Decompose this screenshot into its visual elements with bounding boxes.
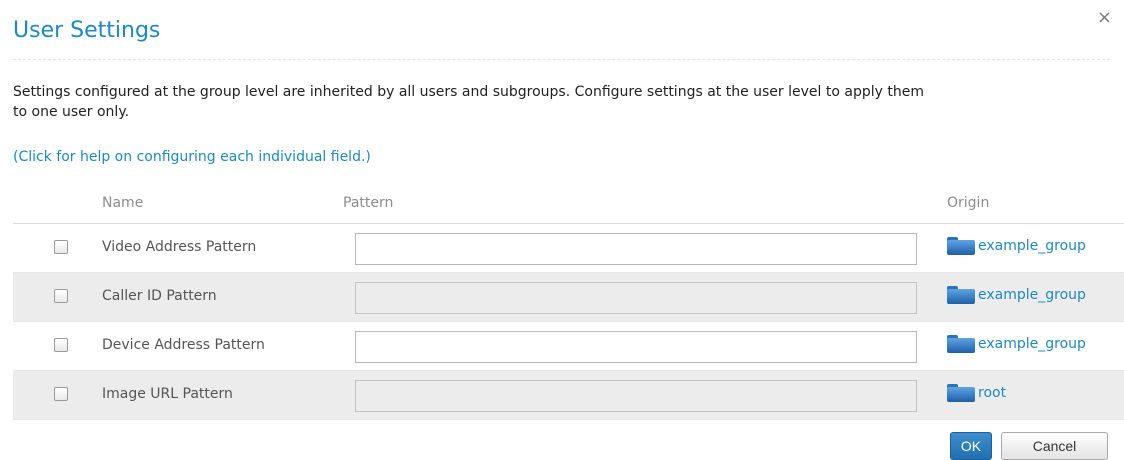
row-checkbox[interactable] xyxy=(54,387,68,401)
help-link[interactable]: (Click for help on configuring each indi… xyxy=(13,149,371,165)
settings-table: Name Pattern Origin Video Address Patter… xyxy=(13,186,1124,420)
origin-link[interactable]: example_group xyxy=(947,237,1086,255)
setting-name: Video Address Pattern xyxy=(102,239,257,255)
origin-label[interactable]: root xyxy=(978,385,1006,401)
row-checkbox[interactable] xyxy=(54,240,68,254)
folder-icon xyxy=(947,335,975,353)
folder-icon xyxy=(947,286,975,304)
table-row: Device Address Pattern example_group xyxy=(13,322,1124,371)
origin-label[interactable]: example_group xyxy=(978,287,1086,303)
origin-link[interactable]: root xyxy=(947,384,1006,402)
pattern-input[interactable] xyxy=(355,233,917,265)
row-checkbox[interactable] xyxy=(54,289,68,303)
table-row: Caller ID Pattern example_group xyxy=(13,273,1124,322)
table-header: Name Pattern Origin xyxy=(13,186,1124,224)
table-row: Image URL Pattern root xyxy=(13,371,1124,420)
close-icon[interactable]: × xyxy=(1097,9,1112,27)
setting-name: Caller ID Pattern xyxy=(102,288,217,304)
setting-name: Image URL Pattern xyxy=(102,386,233,402)
pattern-input xyxy=(355,380,917,412)
folder-icon xyxy=(947,237,975,255)
origin-label[interactable]: example_group xyxy=(978,238,1086,254)
column-header-pattern: Pattern xyxy=(343,195,394,211)
folder-icon xyxy=(947,384,975,402)
setting-name: Device Address Pattern xyxy=(102,337,265,353)
title-divider xyxy=(13,59,1110,60)
user-settings-dialog: User Settings × Settings configured at t… xyxy=(0,0,1124,460)
pattern-input[interactable] xyxy=(355,331,917,363)
dialog-description: Settings configured at the group level a… xyxy=(13,84,924,120)
cancel-button[interactable]: Cancel xyxy=(1001,432,1108,460)
dialog-title: User Settings xyxy=(13,18,161,43)
pattern-input xyxy=(355,282,917,314)
column-header-origin: Origin xyxy=(947,195,990,211)
origin-link[interactable]: example_group xyxy=(947,335,1086,353)
table-row: Video Address Pattern example_group xyxy=(13,224,1124,273)
row-checkbox[interactable] xyxy=(54,338,68,352)
origin-label[interactable]: example_group xyxy=(978,336,1086,352)
ok-button[interactable]: OK xyxy=(950,432,992,460)
origin-link[interactable]: example_group xyxy=(947,286,1086,304)
column-header-name: Name xyxy=(102,195,144,211)
